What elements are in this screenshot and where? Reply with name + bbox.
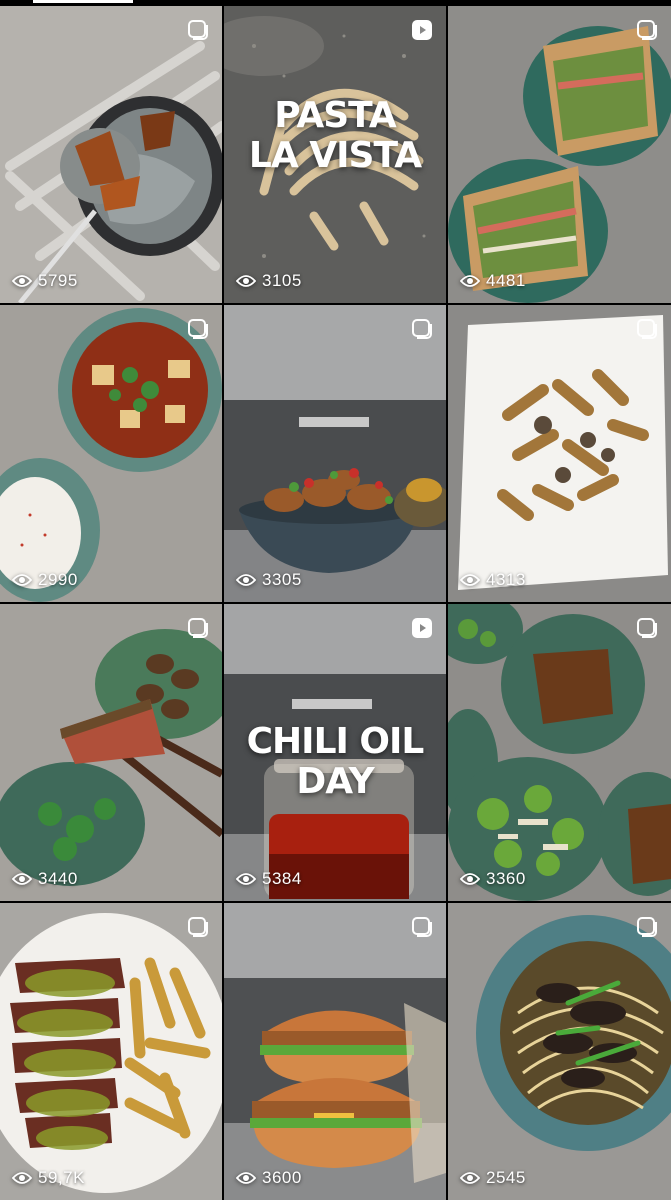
post-thumbnail[interactable]: 3360 <box>448 604 671 901</box>
post-thumbnail[interactable]: 3600 <box>224 903 446 1200</box>
eye-icon <box>12 1172 32 1184</box>
post-thumbnail[interactable]: PASTA LA VISTA 3105 <box>224 6 446 303</box>
carousel-icon <box>188 319 208 339</box>
post-image <box>448 903 671 1200</box>
active-tab-indicator <box>33 0 133 3</box>
eye-icon <box>460 873 480 885</box>
eye-icon <box>12 873 32 885</box>
view-count-label: 3600 <box>262 1168 302 1187</box>
eye-icon <box>236 574 256 586</box>
view-count-label: 3360 <box>486 869 526 888</box>
view-count-label: 2545 <box>486 1168 526 1187</box>
view-count-label: 5384 <box>262 869 302 888</box>
carousel-icon <box>637 20 657 40</box>
view-count: 2545 <box>460 1168 526 1188</box>
eye-icon <box>236 275 256 287</box>
view-count: 4313 <box>460 570 526 590</box>
view-count-label: 4481 <box>486 271 526 290</box>
view-count: 3440 <box>12 869 78 889</box>
view-count-label: 3440 <box>38 869 78 888</box>
post-thumbnail[interactable]: 3305 <box>224 305 446 602</box>
carousel-icon <box>412 319 432 339</box>
post-overlay-text: PASTA LA VISTA <box>248 95 422 177</box>
carousel-icon <box>637 319 657 339</box>
post-image <box>0 305 222 602</box>
carousel-icon <box>188 618 208 638</box>
post-image <box>448 604 671 901</box>
post-thumbnail[interactable]: CHILI OIL DAY 5384 <box>224 604 446 901</box>
eye-icon <box>460 275 480 287</box>
post-thumbnail[interactable]: 4313 <box>448 305 671 602</box>
eye-icon <box>236 1172 256 1184</box>
carousel-icon <box>637 917 657 937</box>
view-count: 3105 <box>236 271 302 291</box>
view-count: 5795 <box>12 271 78 291</box>
reel-icon <box>412 20 432 40</box>
post-thumbnail[interactable]: 59,7K <box>0 903 222 1200</box>
post-image <box>224 305 446 602</box>
view-count: 3600 <box>236 1168 302 1188</box>
reel-icon <box>412 618 432 638</box>
view-count-label: 3305 <box>262 570 302 589</box>
post-overlay-text: CHILI OIL DAY <box>246 721 425 803</box>
view-count: 4481 <box>460 271 526 291</box>
eye-icon <box>12 275 32 287</box>
posts-grid: 5795 PASTA LA VISTA 3105 4481 2990 3305 … <box>0 6 671 1200</box>
eye-icon <box>460 574 480 586</box>
view-count-label: 5795 <box>38 271 78 290</box>
post-thumbnail[interactable]: 3440 <box>0 604 222 901</box>
post-image <box>224 903 446 1200</box>
post-image <box>0 903 222 1200</box>
carousel-icon <box>188 917 208 937</box>
view-count-label: 3105 <box>262 271 302 290</box>
view-count-label: 4313 <box>486 570 526 589</box>
view-count-label: 2990 <box>38 570 78 589</box>
post-thumbnail[interactable]: 5795 <box>0 6 222 303</box>
post-thumbnail[interactable]: 2990 <box>0 305 222 602</box>
post-thumbnail[interactable]: 4481 <box>448 6 671 303</box>
eye-icon <box>12 574 32 586</box>
carousel-icon <box>188 20 208 40</box>
carousel-icon <box>412 917 432 937</box>
post-image <box>0 6 222 303</box>
post-image <box>448 305 671 602</box>
eye-icon <box>236 873 256 885</box>
post-thumbnail[interactable]: 2545 <box>448 903 671 1200</box>
carousel-icon <box>637 618 657 638</box>
eye-icon <box>460 1172 480 1184</box>
view-count: 59,7K <box>12 1168 85 1188</box>
view-count: 3305 <box>236 570 302 590</box>
post-image <box>448 6 671 303</box>
post-image <box>0 604 222 901</box>
view-count: 2990 <box>12 570 78 590</box>
view-count-label: 59,7K <box>38 1168 85 1187</box>
view-count: 5384 <box>236 869 302 889</box>
view-count: 3360 <box>460 869 526 889</box>
